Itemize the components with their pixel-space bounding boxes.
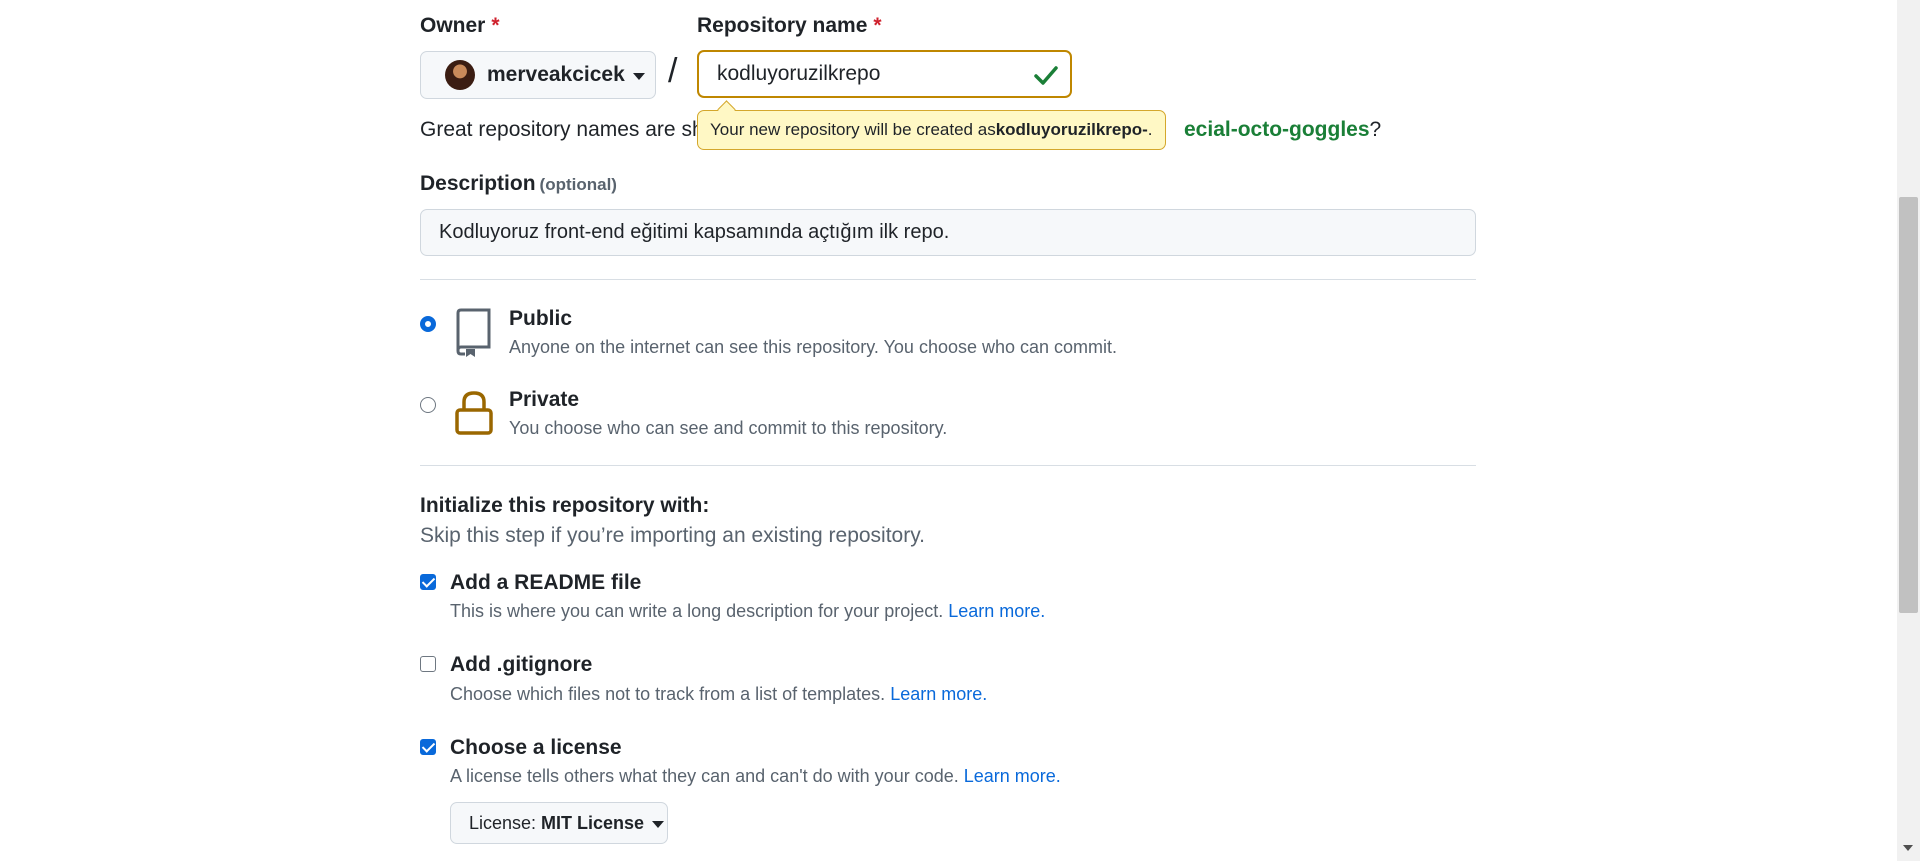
- chevron-down-icon: [632, 72, 645, 80]
- tooltip-repo-name: kodluyoruzilkrepo-: [995, 120, 1148, 139]
- public-subtitle: Anyone on the internet can see this repo…: [509, 337, 1118, 357]
- repo-icon: [456, 308, 491, 357]
- private-radio[interactable]: [420, 397, 436, 413]
- chevron-down-icon: [652, 820, 665, 828]
- gitignore-subtitle: Choose which files not to track from a l…: [450, 684, 987, 705]
- readme-subtitle-text: This is where you can write a long descr…: [450, 601, 944, 621]
- readme-subtitle: This is where you can write a long descr…: [450, 601, 1045, 622]
- repo-name-hint: Great repository names are sh: [420, 118, 704, 141]
- divider: [420, 279, 1476, 280]
- readme-title: Add a README file: [450, 571, 642, 594]
- repo-name-value: kodluyoruzilkrepo: [717, 62, 881, 85]
- suggestion-link[interactable]: ecial-octo-goggles: [1184, 118, 1370, 141]
- readme-learn-more-link[interactable]: Learn more.: [948, 601, 1045, 621]
- scrollbar-thumb[interactable]: [1899, 197, 1918, 613]
- private-title: Private: [509, 388, 580, 411]
- repo-name-suggestion: ecial-octo-goggles?: [1184, 118, 1381, 142]
- description-label-text: Description: [420, 172, 536, 195]
- license-select-prefix: License:: [469, 812, 537, 833]
- tooltip-text: Your new repository will be created as: [710, 120, 996, 139]
- gitignore-title: Add .gitignore: [450, 653, 593, 676]
- repo-name-input[interactable]: kodluyoruzilkrepo: [697, 50, 1072, 98]
- owner-label-text: Owner: [420, 14, 486, 37]
- repo-name-label-text: Repository name: [697, 14, 868, 37]
- check-icon: [1034, 66, 1058, 85]
- gitignore-checkbox[interactable]: [420, 656, 436, 672]
- public-radio[interactable]: [420, 316, 436, 332]
- divider: [420, 465, 1476, 466]
- license-learn-more-link[interactable]: Learn more.: [964, 766, 1061, 786]
- owner-repo-separator: /: [668, 52, 678, 90]
- scroll-down-arrow-icon[interactable]: [1903, 845, 1913, 851]
- init-subtitle: Skip this step if you’re importing an ex…: [420, 524, 926, 547]
- required-mark: *: [491, 14, 500, 37]
- lock-icon: [455, 391, 493, 435]
- optional-tag: (optional): [539, 175, 617, 194]
- owner-label: Owner *: [420, 14, 500, 38]
- description-label: Description (optional): [420, 172, 617, 196]
- license-subtitle: A license tells others what they can and…: [450, 766, 1061, 787]
- avatar: [445, 60, 475, 90]
- init-title: Initialize this repository with:: [420, 494, 710, 517]
- owner-select[interactable]: merveakcicek: [420, 51, 656, 99]
- tooltip-period: .: [1147, 120, 1153, 139]
- license-select[interactable]: License: MIT License: [450, 802, 668, 844]
- required-mark: *: [873, 14, 882, 37]
- license-subtitle-text: A license tells others what they can and…: [450, 766, 959, 786]
- license-checkbox[interactable]: [420, 739, 436, 755]
- repo-name-label: Repository name *: [697, 14, 882, 38]
- hint-suffix: ?: [1369, 118, 1382, 141]
- license-select-value: MIT License: [541, 812, 645, 833]
- private-subtitle: You choose who can see and commit to thi…: [509, 418, 948, 438]
- readme-checkbox[interactable]: [420, 574, 436, 590]
- description-input[interactable]: Kodluyoruz front-end eğitimi kapsamında …: [420, 209, 1476, 256]
- gitignore-learn-more-link[interactable]: Learn more.: [890, 684, 987, 704]
- owner-name: merveakcicek: [487, 63, 625, 86]
- repo-name-tooltip: Your new repository will be created as k…: [697, 110, 1166, 150]
- gitignore-subtitle-text: Choose which files not to track from a l…: [450, 684, 886, 704]
- public-title: Public: [509, 307, 573, 330]
- license-title: Choose a license: [450, 736, 622, 759]
